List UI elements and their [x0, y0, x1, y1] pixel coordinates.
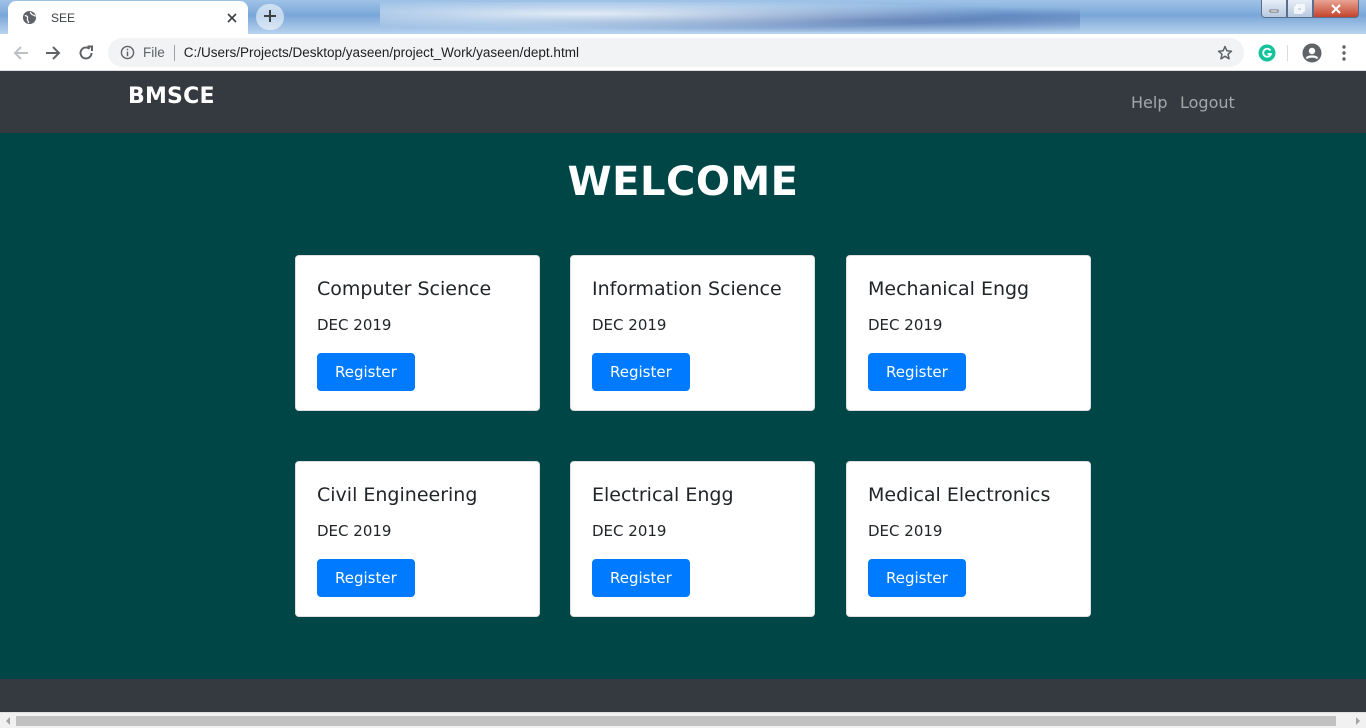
url-scheme: File	[143, 45, 165, 60]
star-icon[interactable]	[1215, 43, 1235, 63]
register-button[interactable]: Register	[868, 353, 966, 391]
card-date: DEC 2019	[592, 316, 667, 334]
brand-logo[interactable]: BMSCE	[128, 84, 215, 109]
tab-title: SEE	[51, 10, 76, 25]
department-card: Electrical Engg DEC 2019 Register	[570, 461, 815, 617]
card-title: Computer Science	[317, 278, 492, 300]
close-icon[interactable]	[222, 8, 242, 28]
scroll-left-icon[interactable]	[0, 713, 16, 728]
browser-titlebar: SEE	[0, 0, 1366, 34]
globe-icon	[21, 10, 37, 26]
plus-icon	[263, 8, 277, 27]
grammarly-icon[interactable]	[1256, 42, 1278, 64]
scrollbar-thumb[interactable]	[16, 716, 1336, 726]
register-button[interactable]: Register	[317, 353, 415, 391]
horizontal-scrollbar[interactable]	[0, 712, 1366, 728]
minimize-button[interactable]	[1261, 0, 1287, 18]
nav-link-logout[interactable]: Logout	[1180, 93, 1235, 112]
card-title: Medical Electronics	[868, 484, 1051, 506]
register-button[interactable]: Register	[592, 559, 690, 597]
address-bar[interactable]: File C:/Users/Projects/Desktop/yaseen/pr…	[108, 38, 1244, 67]
forward-icon[interactable]	[40, 40, 66, 66]
card-date: DEC 2019	[317, 522, 392, 540]
card-title: Civil Engineering	[317, 484, 478, 506]
page-title: WELCOME	[567, 159, 799, 205]
department-card: Civil Engineering DEC 2019 Register	[295, 461, 540, 617]
site-navbar: BMSCE Help Logout	[0, 71, 1366, 133]
card-date: DEC 2019	[592, 522, 667, 540]
card-title: Electrical Engg	[592, 484, 734, 506]
nav-link-help[interactable]: Help	[1131, 93, 1167, 112]
window-close-button[interactable]	[1313, 0, 1359, 18]
new-tab-button[interactable]	[256, 4, 284, 30]
url-text[interactable]: C:/Users/Projects/Desktop/yaseen/project…	[184, 45, 1215, 60]
site-footer	[0, 679, 1366, 712]
card-title: Information Science	[592, 278, 782, 300]
department-card: Information Science DEC 2019 Register	[570, 255, 815, 411]
department-card: Computer Science DEC 2019 Register	[295, 255, 540, 411]
maximize-button[interactable]	[1287, 0, 1313, 18]
desktop-background	[380, 2, 1080, 32]
reload-icon[interactable]	[73, 40, 99, 66]
card-title: Mechanical Engg	[868, 278, 1030, 300]
register-button[interactable]: Register	[592, 353, 690, 391]
back-icon[interactable]	[8, 40, 34, 66]
browser-tab[interactable]: SEE	[8, 1, 248, 34]
main-content: WELCOME Computer Science DEC 2019 Regist…	[0, 133, 1366, 679]
menu-icon[interactable]	[1333, 42, 1355, 64]
register-button[interactable]: Register	[317, 559, 415, 597]
card-date: DEC 2019	[317, 316, 392, 334]
scroll-right-icon[interactable]	[1350, 713, 1366, 728]
card-date: DEC 2019	[868, 316, 943, 334]
card-date: DEC 2019	[868, 522, 943, 540]
department-card: Medical Electronics DEC 2019 Register	[846, 461, 1091, 617]
browser-toolbar: File C:/Users/Projects/Desktop/yaseen/pr…	[0, 34, 1366, 71]
register-button[interactable]: Register	[868, 559, 966, 597]
department-card: Mechanical Engg DEC 2019 Register	[846, 255, 1091, 411]
info-icon[interactable]	[118, 44, 136, 62]
url-divider	[173, 44, 175, 61]
toolbar-divider	[1287, 45, 1288, 61]
profile-icon[interactable]	[1301, 42, 1323, 64]
